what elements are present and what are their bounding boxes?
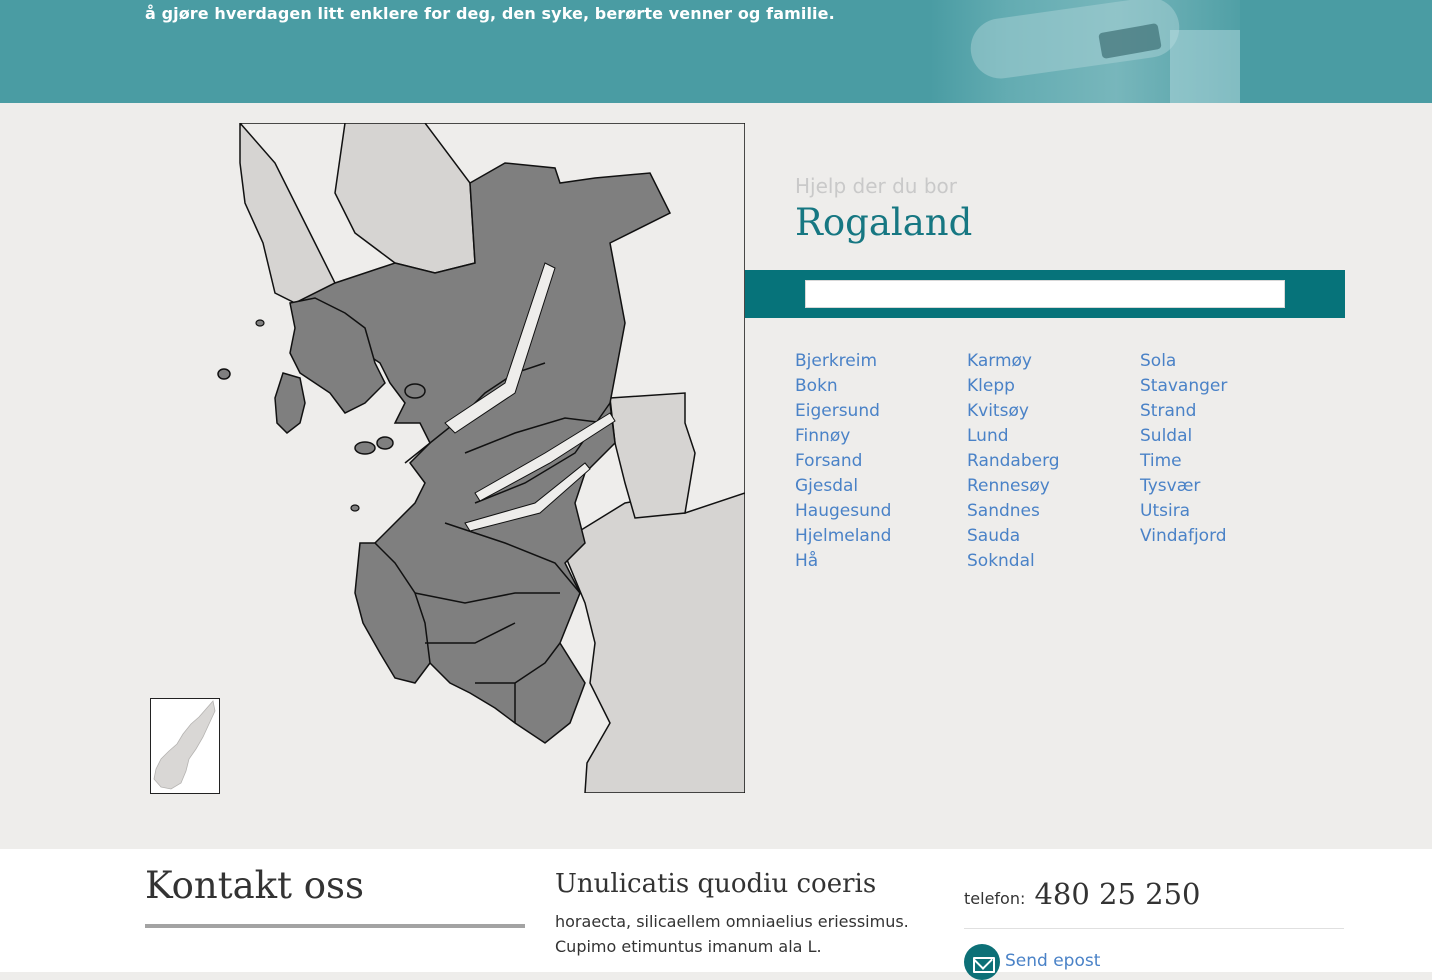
municipality-link[interactable]: Rennesøy bbox=[967, 474, 1060, 499]
municipality-link[interactable]: Time bbox=[1140, 449, 1227, 474]
hero-banner: å gjøre hverdagen litt enklere for deg, … bbox=[0, 0, 1432, 103]
send-email-link[interactable]: Send epost bbox=[1005, 951, 1100, 971]
municipality-link[interactable]: Hjelmeland bbox=[795, 524, 891, 549]
municipality-link[interactable]: Hå bbox=[795, 549, 891, 574]
footer-column-body: horaecta, silicaellem omniaelius eriessi… bbox=[555, 912, 909, 956]
municipality-link[interactable]: Finnøy bbox=[795, 424, 891, 449]
municipality-link[interactable]: Sokndal bbox=[967, 549, 1060, 574]
municipality-link[interactable]: Bjerkreim bbox=[795, 349, 891, 374]
municipality-link[interactable]: Haugesund bbox=[795, 499, 891, 524]
municipality-link[interactable]: Eigersund bbox=[795, 399, 891, 424]
envelope-icon[interactable] bbox=[964, 944, 1000, 980]
map-island-small2 bbox=[255, 319, 265, 327]
municipality-list-col2: Karmøy Klepp Kvitsøy Lund Randaberg Rennesøy S… bbox=[967, 349, 1060, 574]
footer: Kontakt oss Unulicatis quodiu coeris hor… bbox=[0, 849, 1432, 980]
map-island-rennesoy bbox=[404, 383, 426, 399]
map-island-utsira bbox=[217, 368, 231, 380]
municipality-link[interactable]: Suldal bbox=[1140, 424, 1227, 449]
phone-line: telefon: 480 25 250 bbox=[964, 877, 1201, 911]
municipality-link[interactable]: Lund bbox=[967, 424, 1060, 449]
region-subtitle: Hjelp der du bor bbox=[795, 174, 957, 198]
search-bar bbox=[745, 270, 1345, 318]
hero-photo bbox=[930, 0, 1240, 103]
hero-tagline: å gjøre hverdagen litt enklere for deg, … bbox=[145, 4, 835, 23]
municipality-link[interactable]: Strand bbox=[1140, 399, 1227, 424]
municipality-link[interactable]: Kvitsøy bbox=[967, 399, 1060, 424]
municipality-link[interactable]: Sola bbox=[1140, 349, 1227, 374]
municipality-link[interactable]: Vindafjord bbox=[1140, 524, 1227, 549]
main-section: Hjelp der du bor Rogaland Bjerkreim Bokn E… bbox=[0, 103, 1432, 849]
mini-map-norway[interactable] bbox=[150, 698, 220, 794]
municipality-link[interactable]: Bokn bbox=[795, 374, 891, 399]
search-input[interactable] bbox=[805, 280, 1285, 308]
map-island-small1 bbox=[350, 504, 360, 512]
municipality-list-col1: Bjerkreim Bokn Eigersund Finnøy Forsand Gjesd… bbox=[795, 349, 891, 574]
map-region-karmoy[interactable] bbox=[274, 372, 306, 434]
municipality-link[interactable]: Karmøy bbox=[967, 349, 1060, 374]
municipality-link[interactable]: Tysvær bbox=[1140, 474, 1227, 499]
municipality-link[interactable]: Utsira bbox=[1140, 499, 1227, 524]
municipality-link[interactable]: Sauda bbox=[967, 524, 1060, 549]
phone-number[interactable]: 480 25 250 bbox=[1034, 877, 1200, 911]
map-island-finnoy bbox=[354, 441, 376, 455]
municipality-list-col3: Sola Stavanger Strand Suldal Time Tysvær Utsir… bbox=[1140, 349, 1227, 549]
map-island-kvitsoy bbox=[376, 436, 394, 450]
map-neighbor-north bbox=[334, 123, 476, 274]
contact-title-rule bbox=[145, 924, 525, 928]
rogaland-map-svg[interactable] bbox=[215, 123, 745, 793]
map-neighbor-east bbox=[609, 392, 696, 519]
contact-title: Kontakt oss bbox=[145, 864, 364, 907]
municipality-link[interactable]: Randaberg bbox=[967, 449, 1060, 474]
hero-photo-paper bbox=[1170, 30, 1240, 103]
footer-column-title: Unulicatis quodiu coeris bbox=[555, 869, 877, 899]
mini-map-svg bbox=[153, 700, 216, 790]
county-map[interactable] bbox=[215, 123, 745, 793]
phone-label: telefon: bbox=[964, 889, 1026, 908]
region-title: Rogaland bbox=[795, 201, 973, 244]
mini-map-norway-shape bbox=[153, 700, 216, 790]
phone-divider bbox=[964, 928, 1344, 929]
municipality-link[interactable]: Forsand bbox=[795, 449, 891, 474]
municipality-link[interactable]: Klepp bbox=[967, 374, 1060, 399]
municipality-link[interactable]: Gjesdal bbox=[795, 474, 891, 499]
municipality-link[interactable]: Stavanger bbox=[1140, 374, 1227, 399]
municipality-link[interactable]: Sandnes bbox=[967, 499, 1060, 524]
